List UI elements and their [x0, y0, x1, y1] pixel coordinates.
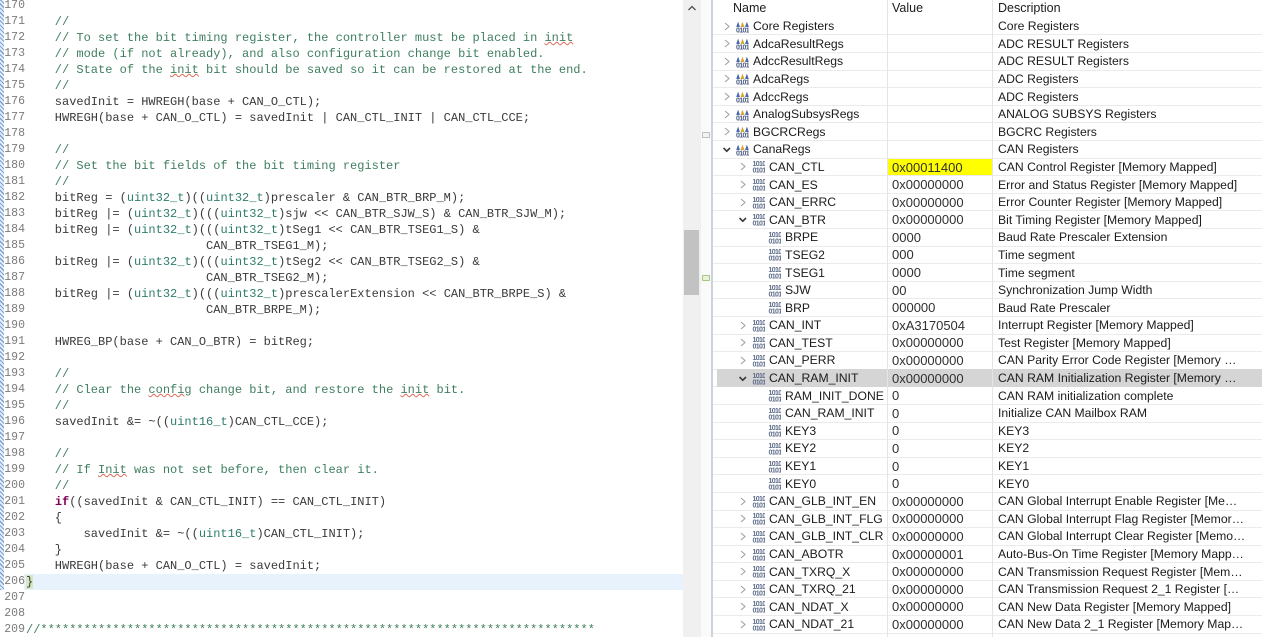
svg-text:0101: 0101	[769, 450, 782, 455]
svg-text:0101: 0101	[769, 467, 782, 472]
svg-text:0101: 0101	[769, 432, 782, 437]
svg-text:0101: 0101	[753, 203, 766, 208]
svg-text:0101: 0101	[753, 186, 766, 191]
svg-text:0101: 0101	[753, 625, 766, 630]
svg-text:0101: 0101	[769, 238, 782, 243]
svg-text:0101: 0101	[736, 62, 749, 67]
svg-text:0101: 0101	[753, 608, 766, 613]
svg-text:0101: 0101	[753, 555, 766, 560]
svg-text:0101: 0101	[753, 168, 766, 173]
svg-text:0101: 0101	[769, 291, 782, 296]
svg-text:0101: 0101	[769, 397, 782, 402]
svg-text:0101: 0101	[769, 256, 782, 261]
svg-text:0101: 0101	[753, 520, 766, 525]
svg-text:0101: 0101	[736, 45, 749, 50]
svg-text:0101: 0101	[753, 362, 766, 367]
svg-text:0101: 0101	[753, 344, 766, 349]
svg-text:0101: 0101	[753, 538, 766, 543]
svg-text:0101: 0101	[769, 274, 782, 279]
svg-text:0101: 0101	[736, 115, 749, 120]
svg-text:0101: 0101	[753, 221, 766, 226]
svg-text:0101: 0101	[753, 573, 766, 578]
svg-text:0101: 0101	[769, 485, 782, 490]
svg-text:0101: 0101	[753, 326, 766, 331]
svg-text:0101: 0101	[753, 379, 766, 384]
svg-text:0101: 0101	[753, 590, 766, 595]
svg-text:0101: 0101	[753, 502, 766, 507]
svg-text:0101: 0101	[736, 80, 749, 85]
svg-text:0101: 0101	[736, 150, 749, 155]
svg-text:0101: 0101	[769, 414, 782, 419]
svg-text:0101: 0101	[769, 309, 782, 314]
svg-text:0101: 0101	[736, 27, 749, 32]
svg-text:0101: 0101	[736, 98, 749, 103]
svg-text:0101: 0101	[736, 133, 749, 138]
